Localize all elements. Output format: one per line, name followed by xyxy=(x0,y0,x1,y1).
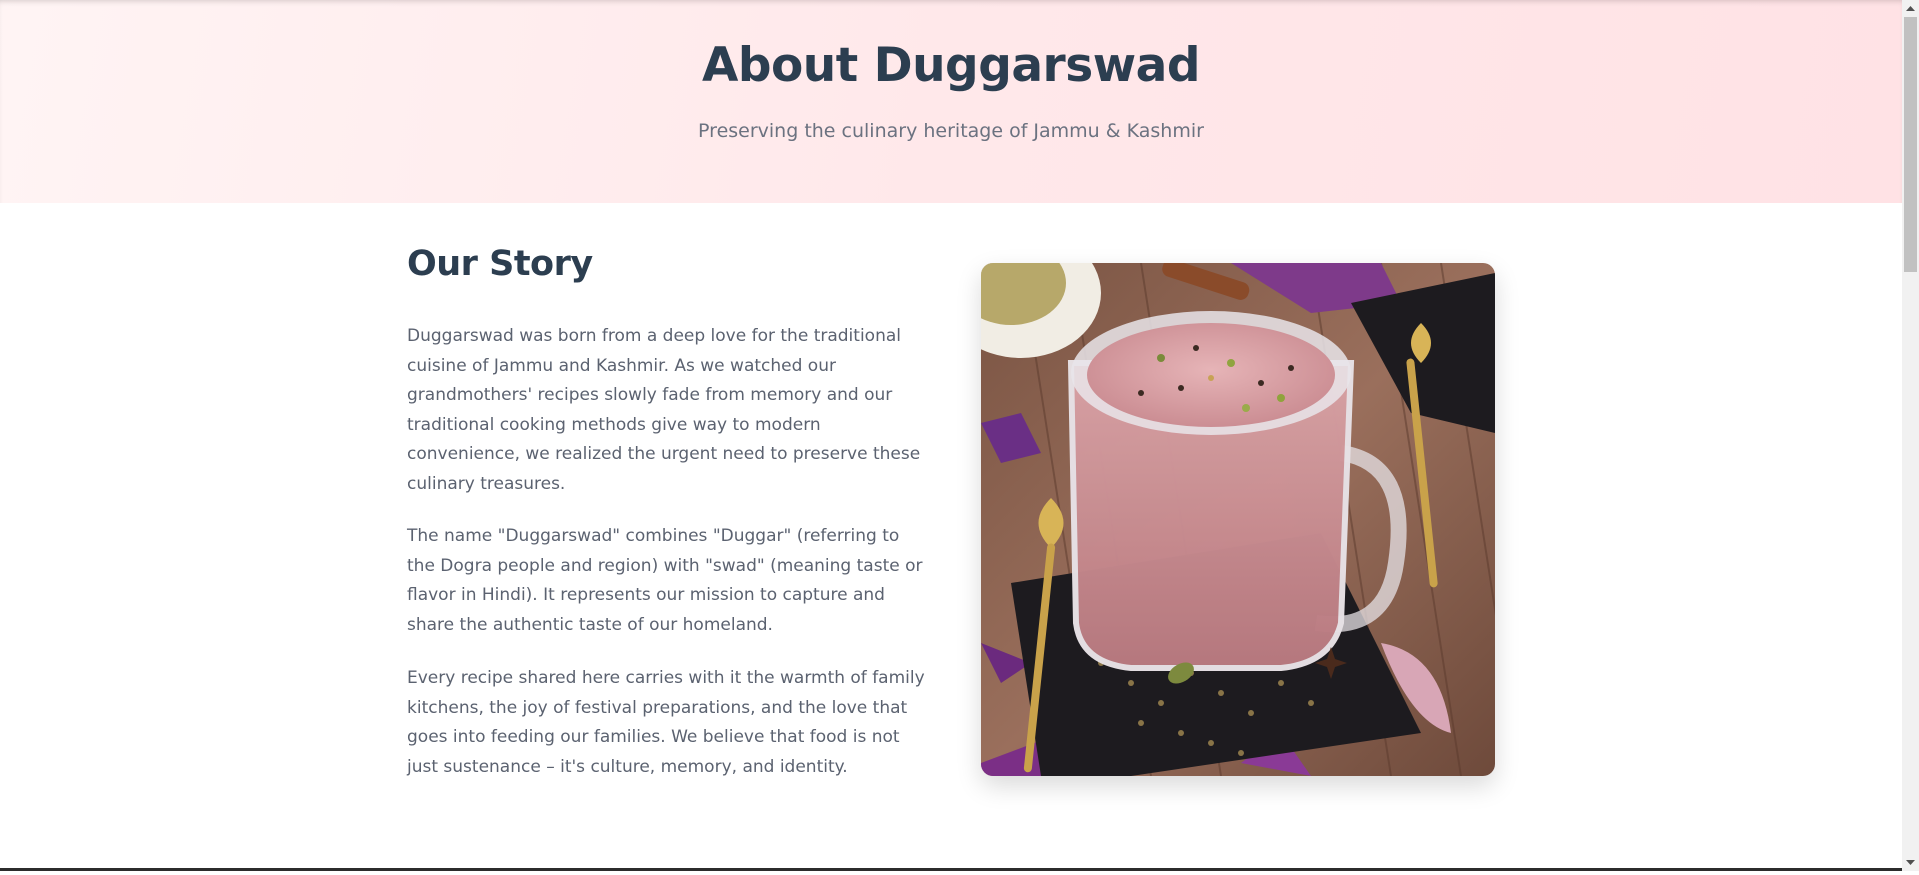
scroll-up-arrow-icon[interactable] xyxy=(1902,0,1919,17)
story-image xyxy=(981,263,1495,776)
story-paragraph-2: The name "Duggarswad" combines "Duggar" … xyxy=(407,526,923,635)
story-paragraph-1: Duggarswad was born from a deep love for… xyxy=(407,326,921,494)
page-title: About Duggarswad xyxy=(701,38,1201,93)
page-viewport: About Duggarswad Preserving the culinary… xyxy=(0,0,1902,871)
page-subtitle: Preserving the culinary heritage of Jamm… xyxy=(698,120,1204,142)
kashmiri-pink-tea-illustration xyxy=(981,263,1495,776)
scroll-down-arrow-icon[interactable] xyxy=(1902,854,1919,871)
hero-banner: About Duggarswad Preserving the culinary… xyxy=(0,0,1902,203)
story-paragraph-3: Every recipe shared here carries with it… xyxy=(407,668,925,777)
story-heading: Our Story xyxy=(407,244,593,284)
scrollbar-thumb[interactable] xyxy=(1904,17,1917,272)
page-scrollbar[interactable] xyxy=(1902,0,1919,871)
